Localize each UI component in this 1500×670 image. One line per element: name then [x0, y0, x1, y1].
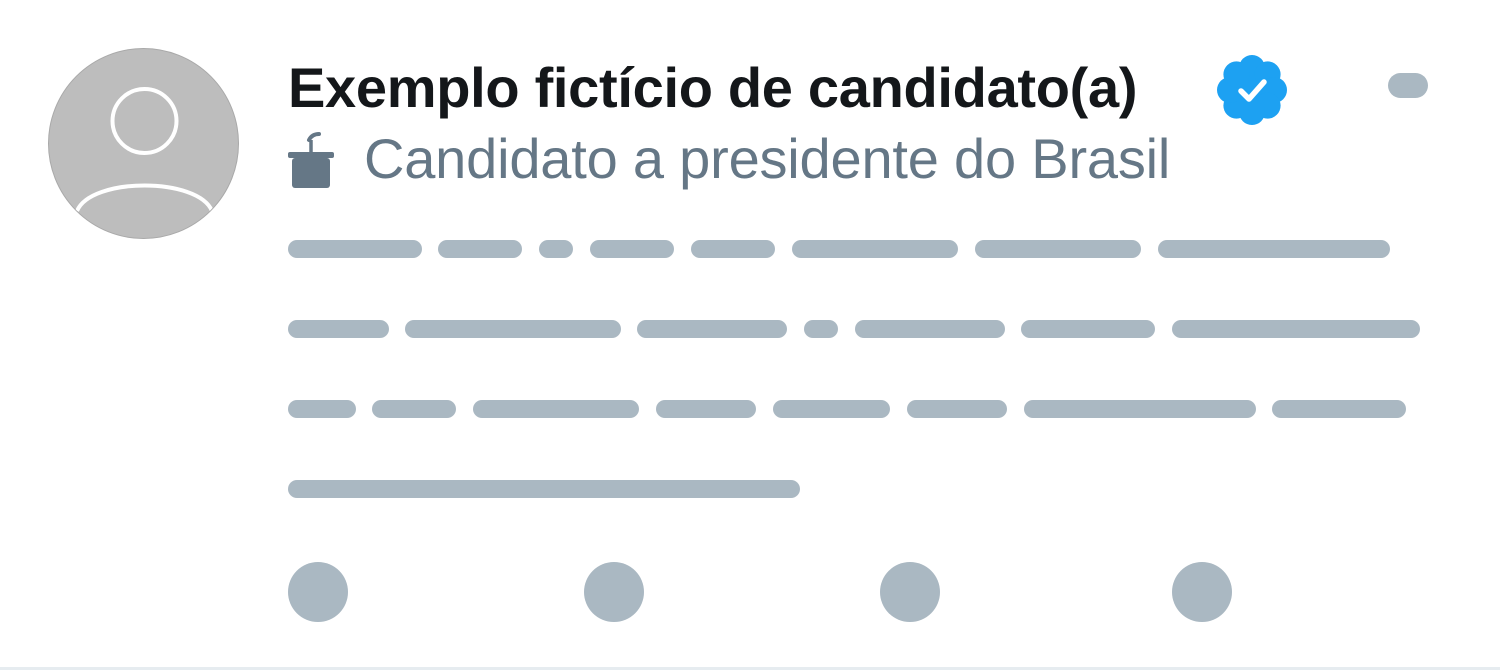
placeholder-word — [691, 240, 775, 258]
placeholder-word — [975, 240, 1141, 258]
placeholder-word — [438, 240, 522, 258]
placeholder-word — [590, 240, 674, 258]
default-profile-avatar-icon — [75, 87, 214, 212]
author-display-name[interactable]: Exemplo fictício de candidato(a) — [288, 52, 1138, 124]
tweet-text-placeholder-line — [288, 400, 1428, 418]
placeholder-word — [372, 400, 456, 418]
placeholder-word — [907, 400, 1007, 418]
placeholder-word — [288, 240, 422, 258]
placeholder-word — [405, 320, 621, 338]
placeholder-word — [637, 320, 787, 338]
tweet-text-placeholder-line — [288, 320, 1428, 338]
placeholder-word — [1272, 400, 1406, 418]
verified-badge-icon — [1217, 55, 1287, 125]
share-icon[interactable] — [1172, 562, 1232, 622]
placeholder-word — [656, 400, 756, 418]
placeholder-word — [792, 240, 958, 258]
ballot-box-icon — [288, 132, 334, 188]
reply-icon[interactable] — [288, 562, 348, 622]
tweet-text-placeholder-line — [288, 480, 1428, 498]
placeholder-word — [804, 320, 838, 338]
placeholder-word — [1021, 320, 1155, 338]
placeholder-word — [855, 320, 1005, 338]
placeholder-word — [1158, 240, 1390, 258]
retweet-icon[interactable] — [584, 562, 644, 622]
placeholder-word — [1172, 320, 1420, 338]
placeholder-word — [773, 400, 890, 418]
placeholder-word — [288, 400, 356, 418]
more-options-icon[interactable] — [1388, 73, 1428, 98]
tweet-card[interactable]: Exemplo fictício de candidato(a) Candida… — [0, 0, 1500, 670]
placeholder-word — [473, 400, 639, 418]
candidate-label-text: Candidato a presidente do Brasil — [364, 127, 1171, 190]
placeholder-word — [288, 480, 800, 498]
tweet-text-placeholder-line — [288, 240, 1428, 258]
placeholder-word — [539, 240, 573, 258]
avatar[interactable] — [48, 48, 239, 239]
placeholder-word — [1024, 400, 1256, 418]
placeholder-word — [288, 320, 389, 338]
like-icon[interactable] — [880, 562, 940, 622]
